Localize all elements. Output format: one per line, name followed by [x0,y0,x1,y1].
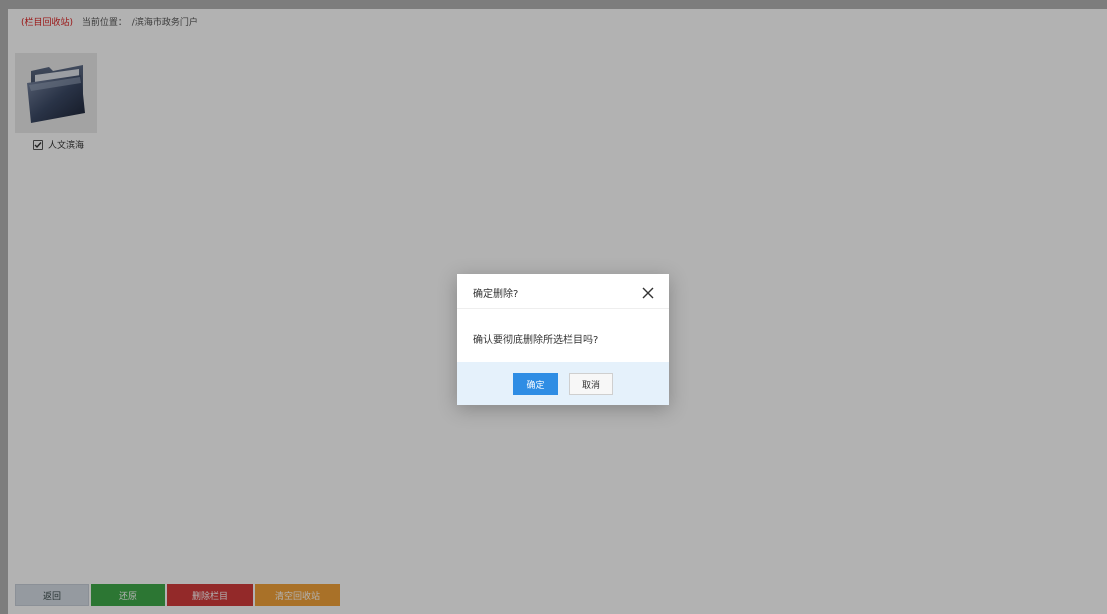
dialog-footer: 确定 取消 [457,362,669,405]
dialog-title: 确定删除? [473,289,519,300]
confirm-delete-dialog: 确定删除? 确认要彻底删除所选栏目吗? 确定 取消 [457,274,669,405]
dialog-header: 确定删除? [457,274,669,309]
cancel-button[interactable]: 取消 [569,373,613,395]
confirm-button[interactable]: 确定 [513,373,558,395]
close-icon[interactable] [641,285,655,299]
dialog-message: 确认要彻底删除所选栏目吗? [473,335,599,346]
